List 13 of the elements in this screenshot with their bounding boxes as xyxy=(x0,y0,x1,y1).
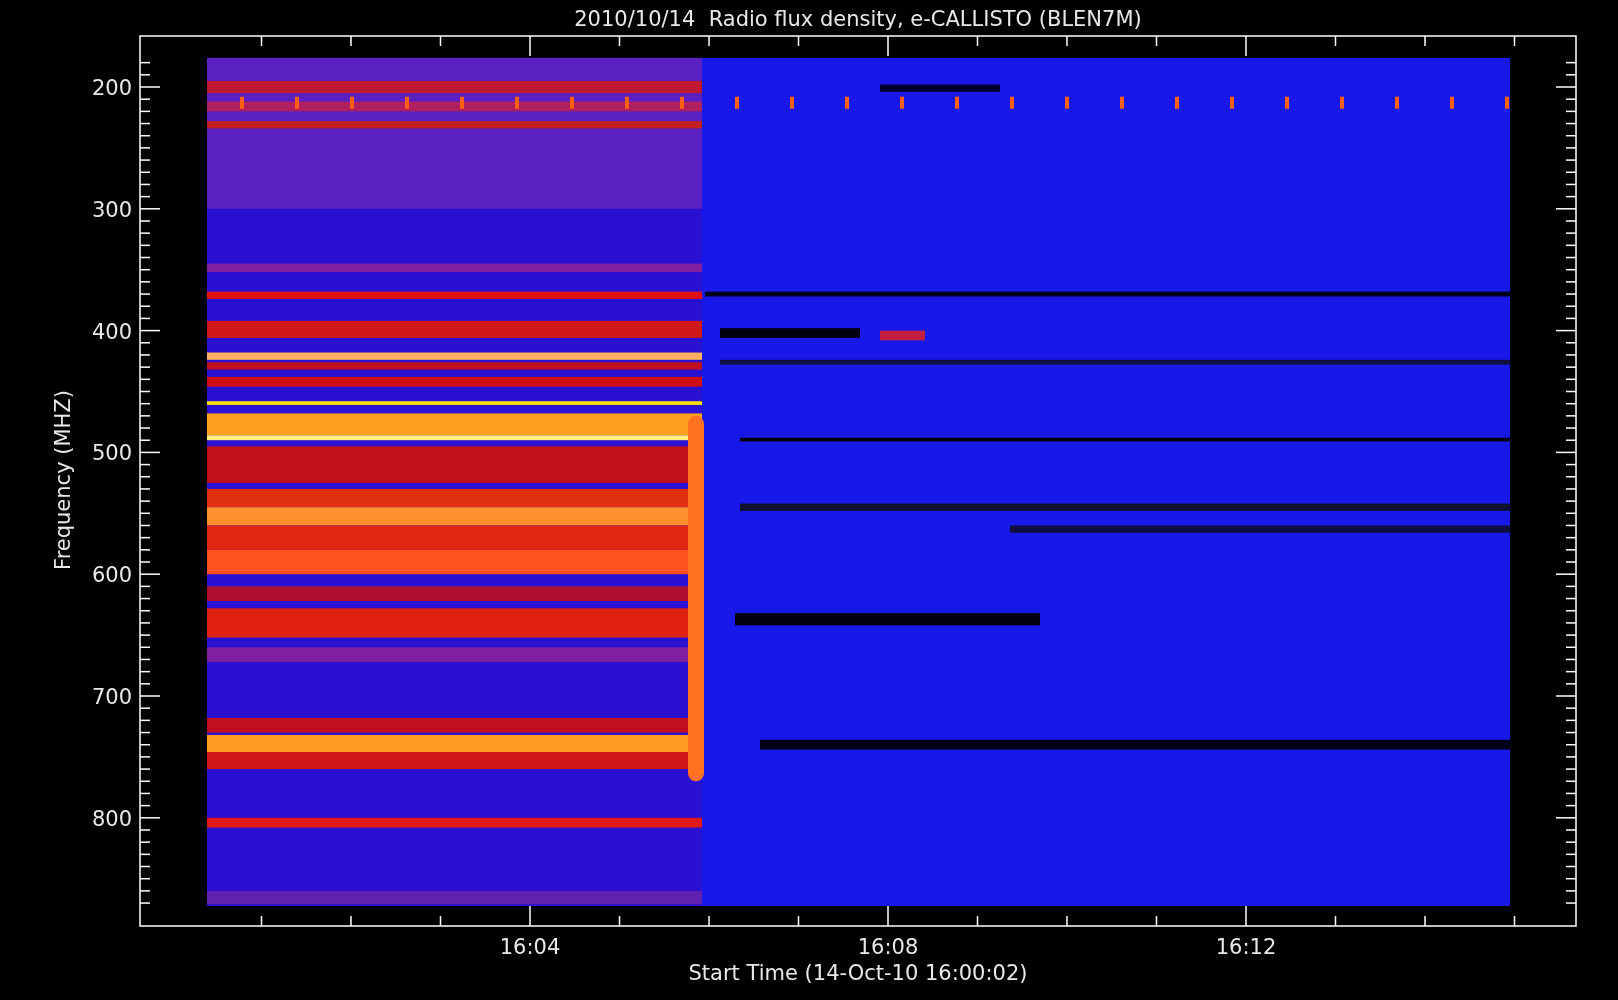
y-tick-label: 700 xyxy=(91,685,132,709)
y-tick-label: 500 xyxy=(91,441,132,466)
y-axis-label: Frequency (MHZ) xyxy=(51,390,75,570)
y-tick-label: 200 xyxy=(91,76,132,100)
x-axis-label: Start Time (14-Oct-10 16:00:02) xyxy=(688,961,1028,985)
x-tick-label: 16:12 xyxy=(1215,935,1277,959)
y-tick-label: 800 xyxy=(91,806,132,831)
y-tick-label: 300 xyxy=(91,197,132,222)
x-tick-label: 16:08 xyxy=(857,935,919,959)
y-tick-label: 400 xyxy=(91,319,132,344)
y-tick-label: 600 xyxy=(91,563,132,588)
chart-title: 2010/10/14 Radio flux density, e-CALLISTO (BLEN7M) xyxy=(574,7,1142,31)
x-tick-label: 16:04 xyxy=(499,935,561,959)
